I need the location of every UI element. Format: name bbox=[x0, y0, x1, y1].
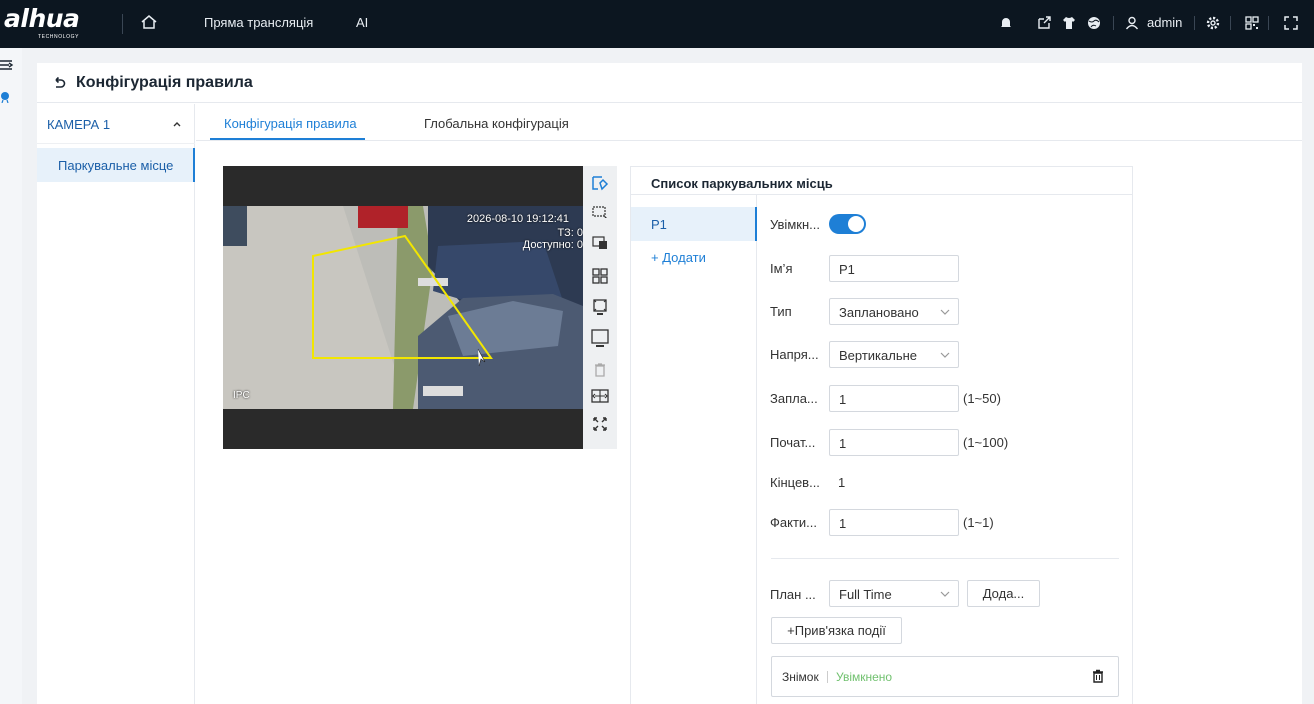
left-collapsed-strip bbox=[0, 48, 22, 704]
settings-gear-icon[interactable] bbox=[1205, 15, 1221, 31]
type-label: Тип bbox=[770, 304, 792, 319]
panel-title: Список паркувальних місць bbox=[651, 176, 833, 191]
camera-sidebar: КАМЕРА 1 Паркувальне місце bbox=[37, 104, 195, 704]
add-parking-space-button[interactable]: + Додати bbox=[651, 250, 706, 265]
page-header: Конфігурація правила bbox=[37, 63, 1302, 103]
list-item-label: P1 bbox=[651, 217, 667, 232]
video-preview[interactable]: 2026-08-10 19:12:41 ТЗ: 0 Доступно: 0 IP… bbox=[223, 166, 583, 449]
draw-exclude-zone-icon[interactable] bbox=[590, 233, 610, 253]
menu-collapse-icon[interactable] bbox=[0, 58, 14, 72]
actual-input[interactable]: 1 bbox=[829, 509, 959, 536]
divider bbox=[1268, 16, 1269, 30]
trash-icon[interactable] bbox=[1091, 669, 1105, 683]
user-icon[interactable] bbox=[1124, 15, 1140, 31]
parking-scene bbox=[223, 206, 583, 409]
planned-input[interactable]: 1 bbox=[829, 385, 959, 412]
tab-global-config[interactable]: Глобальна конфігурація bbox=[424, 116, 569, 131]
divider bbox=[771, 558, 1119, 559]
grid-layout-icon[interactable] bbox=[590, 266, 610, 286]
snapshot-status: Увімкнено bbox=[836, 670, 893, 684]
osd-vehicle-count: ТЗ: 0 bbox=[557, 227, 583, 239]
schedule-value: Full Time bbox=[839, 587, 892, 602]
snapshot-label: Знімок bbox=[782, 670, 819, 684]
qr-code-icon[interactable] bbox=[1244, 15, 1260, 31]
user-name[interactable]: admin bbox=[1147, 15, 1182, 30]
fullscreen-icon[interactable] bbox=[1283, 15, 1299, 31]
divider bbox=[122, 14, 123, 34]
tab-rule-config[interactable]: Конфігурація правила bbox=[224, 116, 357, 131]
sidebar-item-label: Паркувальне місце bbox=[58, 158, 174, 173]
start-input[interactable]: 1 bbox=[829, 429, 959, 456]
end-value: 1 bbox=[838, 475, 846, 490]
add-label: Додати bbox=[662, 250, 706, 265]
chevron-down-icon bbox=[940, 352, 950, 358]
type-value: Заплановано bbox=[839, 305, 919, 320]
divider bbox=[827, 671, 828, 683]
name-label: Ім’я bbox=[770, 261, 793, 276]
chevron-down-icon bbox=[940, 309, 950, 315]
home-icon[interactable] bbox=[140, 13, 158, 31]
logo-tagline: TECHNOLOGY bbox=[38, 34, 80, 40]
schedule-select[interactable]: Full Time bbox=[829, 580, 959, 607]
add-schedule-button[interactable]: Дода... bbox=[967, 580, 1040, 607]
page-title: Конфігурація правила bbox=[76, 74, 253, 91]
pixel-counter-icon[interactable] bbox=[590, 386, 610, 406]
schedule-label: План ... bbox=[770, 587, 816, 602]
actual-range: (1~1) bbox=[963, 515, 994, 530]
start-label: Почат... bbox=[770, 435, 816, 450]
snapshot-action-row: Знімок Увімкнено bbox=[771, 656, 1119, 697]
osd-timestamp: 2026-08-10 19:12:41 bbox=[466, 213, 569, 225]
sidebar-item-parking-space[interactable]: Паркувальне місце bbox=[37, 148, 195, 182]
direction-label: Напря... bbox=[770, 347, 819, 362]
draw-rectangle-icon[interactable] bbox=[590, 203, 610, 223]
chevron-up-icon[interactable] bbox=[172, 119, 182, 129]
planned-label: Запла... bbox=[770, 391, 818, 406]
divider bbox=[1194, 16, 1195, 30]
shirt-icon[interactable] bbox=[1061, 15, 1077, 31]
type-select[interactable]: Заплановано bbox=[829, 298, 959, 325]
dahua-logo[interactable]: alhua TECHNOLOGY bbox=[4, 4, 96, 41]
actual-label: Факти... bbox=[770, 515, 817, 530]
end-label: Кінцев... bbox=[770, 475, 820, 490]
planned-range: (1~50) bbox=[963, 391, 1001, 406]
min-size-icon[interactable] bbox=[590, 297, 610, 317]
list-item-p1[interactable]: P1 bbox=[631, 207, 757, 241]
tab-bar: Конфігурація правила Глобальна конфігура… bbox=[196, 104, 1302, 141]
divider bbox=[1113, 16, 1114, 30]
name-input[interactable]: P1 bbox=[829, 255, 959, 282]
plus-icon: + bbox=[651, 250, 663, 265]
bell-icon[interactable] bbox=[998, 15, 1014, 31]
nav-ai[interactable]: AI bbox=[356, 15, 368, 30]
enable-label: Увімкн... bbox=[770, 217, 820, 232]
ai-tool-icon[interactable] bbox=[0, 91, 10, 103]
expand-icon[interactable] bbox=[590, 414, 610, 434]
direction-value: Вертикальне bbox=[839, 348, 918, 363]
camera-frame bbox=[223, 206, 583, 409]
osd-channel-name: IPC bbox=[233, 390, 250, 401]
draw-zone-icon[interactable] bbox=[590, 173, 610, 193]
globe-icon[interactable] bbox=[1086, 15, 1102, 31]
logo-text: alhua bbox=[4, 4, 80, 33]
active-tab-indicator bbox=[210, 138, 365, 140]
link-event-button[interactable]: +Прив'язка події bbox=[771, 617, 902, 644]
camera-label: КАМЕРА 1 bbox=[47, 117, 111, 132]
top-bar: alhua TECHNOLOGY Пряма трансляція AI adm… bbox=[0, 0, 1314, 48]
export-icon[interactable] bbox=[1036, 15, 1052, 31]
osd-available-count: Доступно: 0 bbox=[522, 239, 583, 251]
chevron-down-icon bbox=[940, 591, 950, 597]
drawing-toolbar bbox=[583, 166, 617, 449]
camera-group[interactable]: КАМЕРА 1 bbox=[37, 104, 195, 144]
max-size-icon[interactable] bbox=[590, 328, 610, 348]
enable-toggle[interactable] bbox=[829, 214, 866, 234]
delete-icon[interactable] bbox=[590, 360, 610, 380]
back-icon[interactable] bbox=[51, 75, 67, 91]
parking-space-list: P1 + Додати bbox=[631, 195, 757, 704]
toggle-knob bbox=[848, 216, 864, 232]
divider bbox=[1230, 16, 1231, 30]
start-range: (1~100) bbox=[963, 435, 1009, 450]
nav-live-view[interactable]: Пряма трансляція bbox=[204, 15, 313, 30]
direction-select[interactable]: Вертикальне bbox=[829, 341, 959, 368]
